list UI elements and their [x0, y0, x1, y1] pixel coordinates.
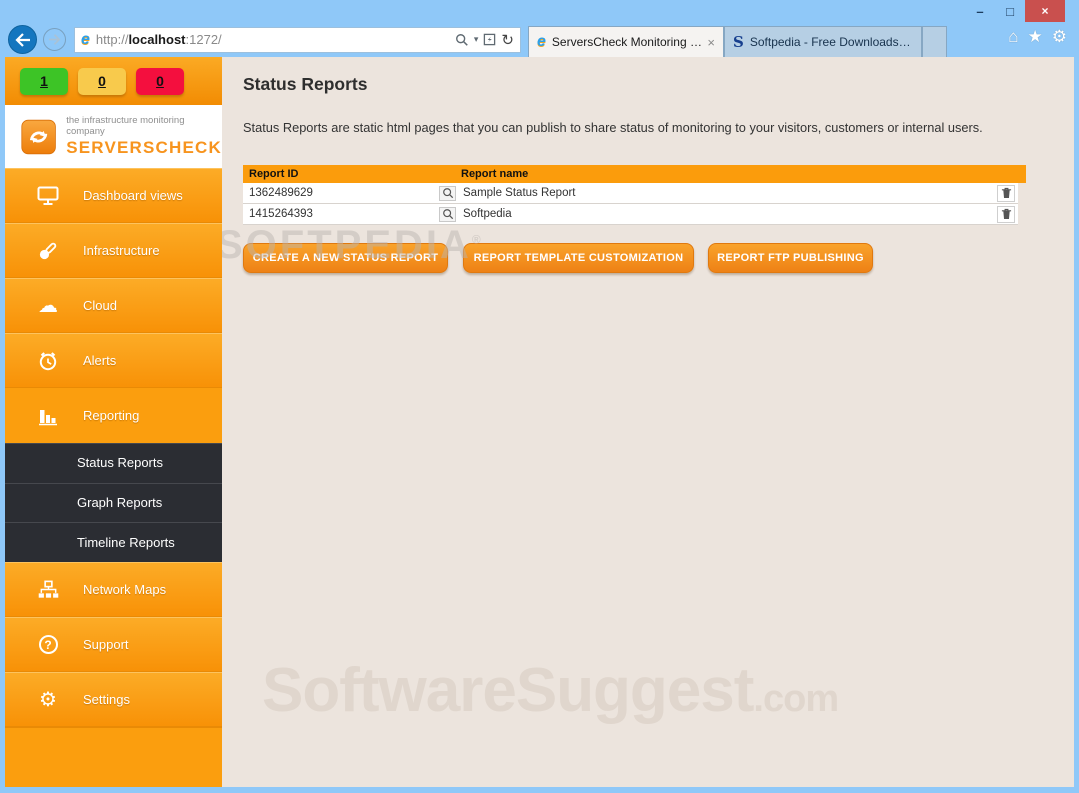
warning-count-badge[interactable]: 0 — [78, 67, 126, 95]
ie-favicon-icon: e — [537, 33, 546, 50]
alarm-clock-icon — [39, 351, 57, 370]
browser-window: – □ × e http://localhost:1272/ ▾ ↻ e Ser… — [0, 0, 1079, 793]
sidebar: 1 0 0 the infrastructure monitoring comp… — [5, 57, 222, 787]
sidebar-filler — [5, 727, 222, 787]
sidebar-item-settings[interactable]: ⚙ Settings — [5, 672, 222, 728]
report-name-cell: Softpedia — [463, 208, 512, 220]
search-icon[interactable] — [455, 33, 469, 47]
sidebar-subitem-status-reports[interactable]: Status Reports — [5, 443, 222, 483]
forward-arrow-icon — [49, 34, 61, 45]
softwaresuggest-watermark: SoftwareSuggest.com — [262, 656, 839, 725]
page-description: Status Reports are static html pages tha… — [243, 120, 983, 135]
page-title: Status Reports — [243, 74, 368, 94]
ok-count-badge[interactable]: 1 — [20, 67, 68, 95]
network-icon — [38, 580, 58, 598]
sidebar-item-cloud[interactable]: ☁ Cloud — [5, 278, 222, 333]
ie-icon: e — [81, 30, 90, 48]
close-button[interactable]: × — [1025, 0, 1065, 22]
sidebar-item-network-maps[interactable]: Network Maps — [5, 562, 222, 618]
cloud-icon: ☁ — [38, 294, 58, 317]
minimize-button[interactable]: – — [965, 0, 995, 22]
new-tab-button[interactable] — [922, 26, 947, 57]
monitor-icon — [37, 186, 59, 205]
serverscheck-logo-icon — [21, 119, 56, 154]
magnifier-icon — [442, 188, 453, 199]
delete-report-button[interactable] — [997, 205, 1015, 223]
browser-toolbar: e http://localhost:1272/ ▾ ↻ e ServersCh… — [0, 22, 1079, 57]
compatibility-view-icon[interactable] — [483, 33, 496, 46]
refresh-icon[interactable]: ↻ — [501, 31, 514, 49]
address-bar[interactable]: e http://localhost:1272/ ▾ ↻ — [74, 26, 521, 53]
serverscheck-logo: the infrastructure monitoring company SE… — [5, 105, 222, 168]
question-icon: ? — [38, 635, 58, 655]
back-button[interactable] — [8, 25, 37, 54]
favorites-star-icon[interactable]: ★ — [1028, 27, 1043, 47]
view-report-button[interactable] — [439, 206, 456, 222]
report-name-cell: Sample Status Report — [463, 187, 576, 199]
tab-label: ServersCheck Monitoring S... — [551, 35, 704, 49]
error-count-badge[interactable]: 0 — [136, 67, 184, 95]
thermometer-icon — [39, 242, 57, 259]
create-status-report-button[interactable]: CREATE A NEW STATUS REPORT — [243, 243, 448, 273]
softpedia-favicon-icon: S — [733, 33, 744, 51]
status-badges: 1 0 0 — [5, 57, 222, 105]
tab-label: Softpedia - Free Downloads En... — [749, 35, 913, 49]
home-icon[interactable]: ⌂ — [1008, 27, 1018, 47]
sidebar-item-support[interactable]: ? Support — [5, 617, 222, 673]
table-row: 1415264393 Softpedia — [243, 204, 1018, 225]
gear-icon: ⚙ — [39, 688, 57, 711]
delete-report-button[interactable] — [997, 184, 1015, 202]
report-id-cell: 1415264393 — [249, 208, 313, 220]
sidebar-item-dashboard-views[interactable]: Dashboard views — [5, 168, 222, 223]
sidebar-item-alerts[interactable]: Alerts — [5, 333, 222, 388]
magnifier-icon — [442, 209, 453, 220]
column-report-id: Report ID — [249, 168, 299, 180]
tab-bar: e ServersCheck Monitoring S... × S Softp… — [528, 22, 947, 57]
trash-icon — [1001, 208, 1011, 220]
back-arrow-icon — [14, 32, 30, 47]
maximize-button[interactable]: □ — [995, 0, 1025, 22]
main-content: Status Reports Status Reports are static… — [222, 57, 1074, 787]
forward-button[interactable] — [43, 28, 66, 51]
table-header: Report ID Report name — [243, 165, 1026, 183]
tab-serverscheck[interactable]: e ServersCheck Monitoring S... × — [528, 26, 724, 57]
column-report-name: Report name — [461, 168, 529, 180]
report-template-customization-button[interactable]: REPORT TEMPLATE CUSTOMIZATION — [463, 243, 694, 273]
view-report-button[interactable] — [439, 185, 456, 201]
report-id-cell: 1362489629 — [249, 187, 313, 199]
sidebar-subitem-timeline-reports[interactable]: Timeline Reports — [5, 522, 222, 563]
reports-table: Report ID Report name 1362489629 Sample … — [243, 165, 1026, 225]
sidebar-subitem-graph-reports[interactable]: Graph Reports — [5, 482, 222, 523]
logo-tagline: the infrastructure monitoring company — [66, 115, 185, 137]
sidebar-item-reporting[interactable]: Reporting — [5, 388, 222, 443]
url-text[interactable]: http://localhost:1272/ — [96, 32, 450, 47]
logo-brand: SERVERSCHECK — [66, 138, 222, 157]
action-buttons: CREATE A NEW STATUS REPORT REPORT TEMPLA… — [243, 243, 1074, 273]
bar-chart-icon — [39, 409, 57, 425]
sidebar-item-infrastructure[interactable]: Infrastructure — [5, 223, 222, 278]
trash-icon — [1001, 187, 1011, 199]
report-ftp-publishing-button[interactable]: REPORT FTP PUBLISHING — [708, 243, 873, 273]
search-dropdown-icon[interactable]: ▾ — [474, 34, 479, 45]
close-tab-icon[interactable]: × — [707, 35, 715, 50]
table-row: 1362489629 Sample Status Report — [243, 183, 1018, 204]
tab-softpedia[interactable]: S Softpedia - Free Downloads En... — [724, 26, 922, 57]
title-bar: – □ × — [0, 0, 1079, 22]
tools-gear-icon[interactable]: ⚙ — [1052, 27, 1067, 47]
